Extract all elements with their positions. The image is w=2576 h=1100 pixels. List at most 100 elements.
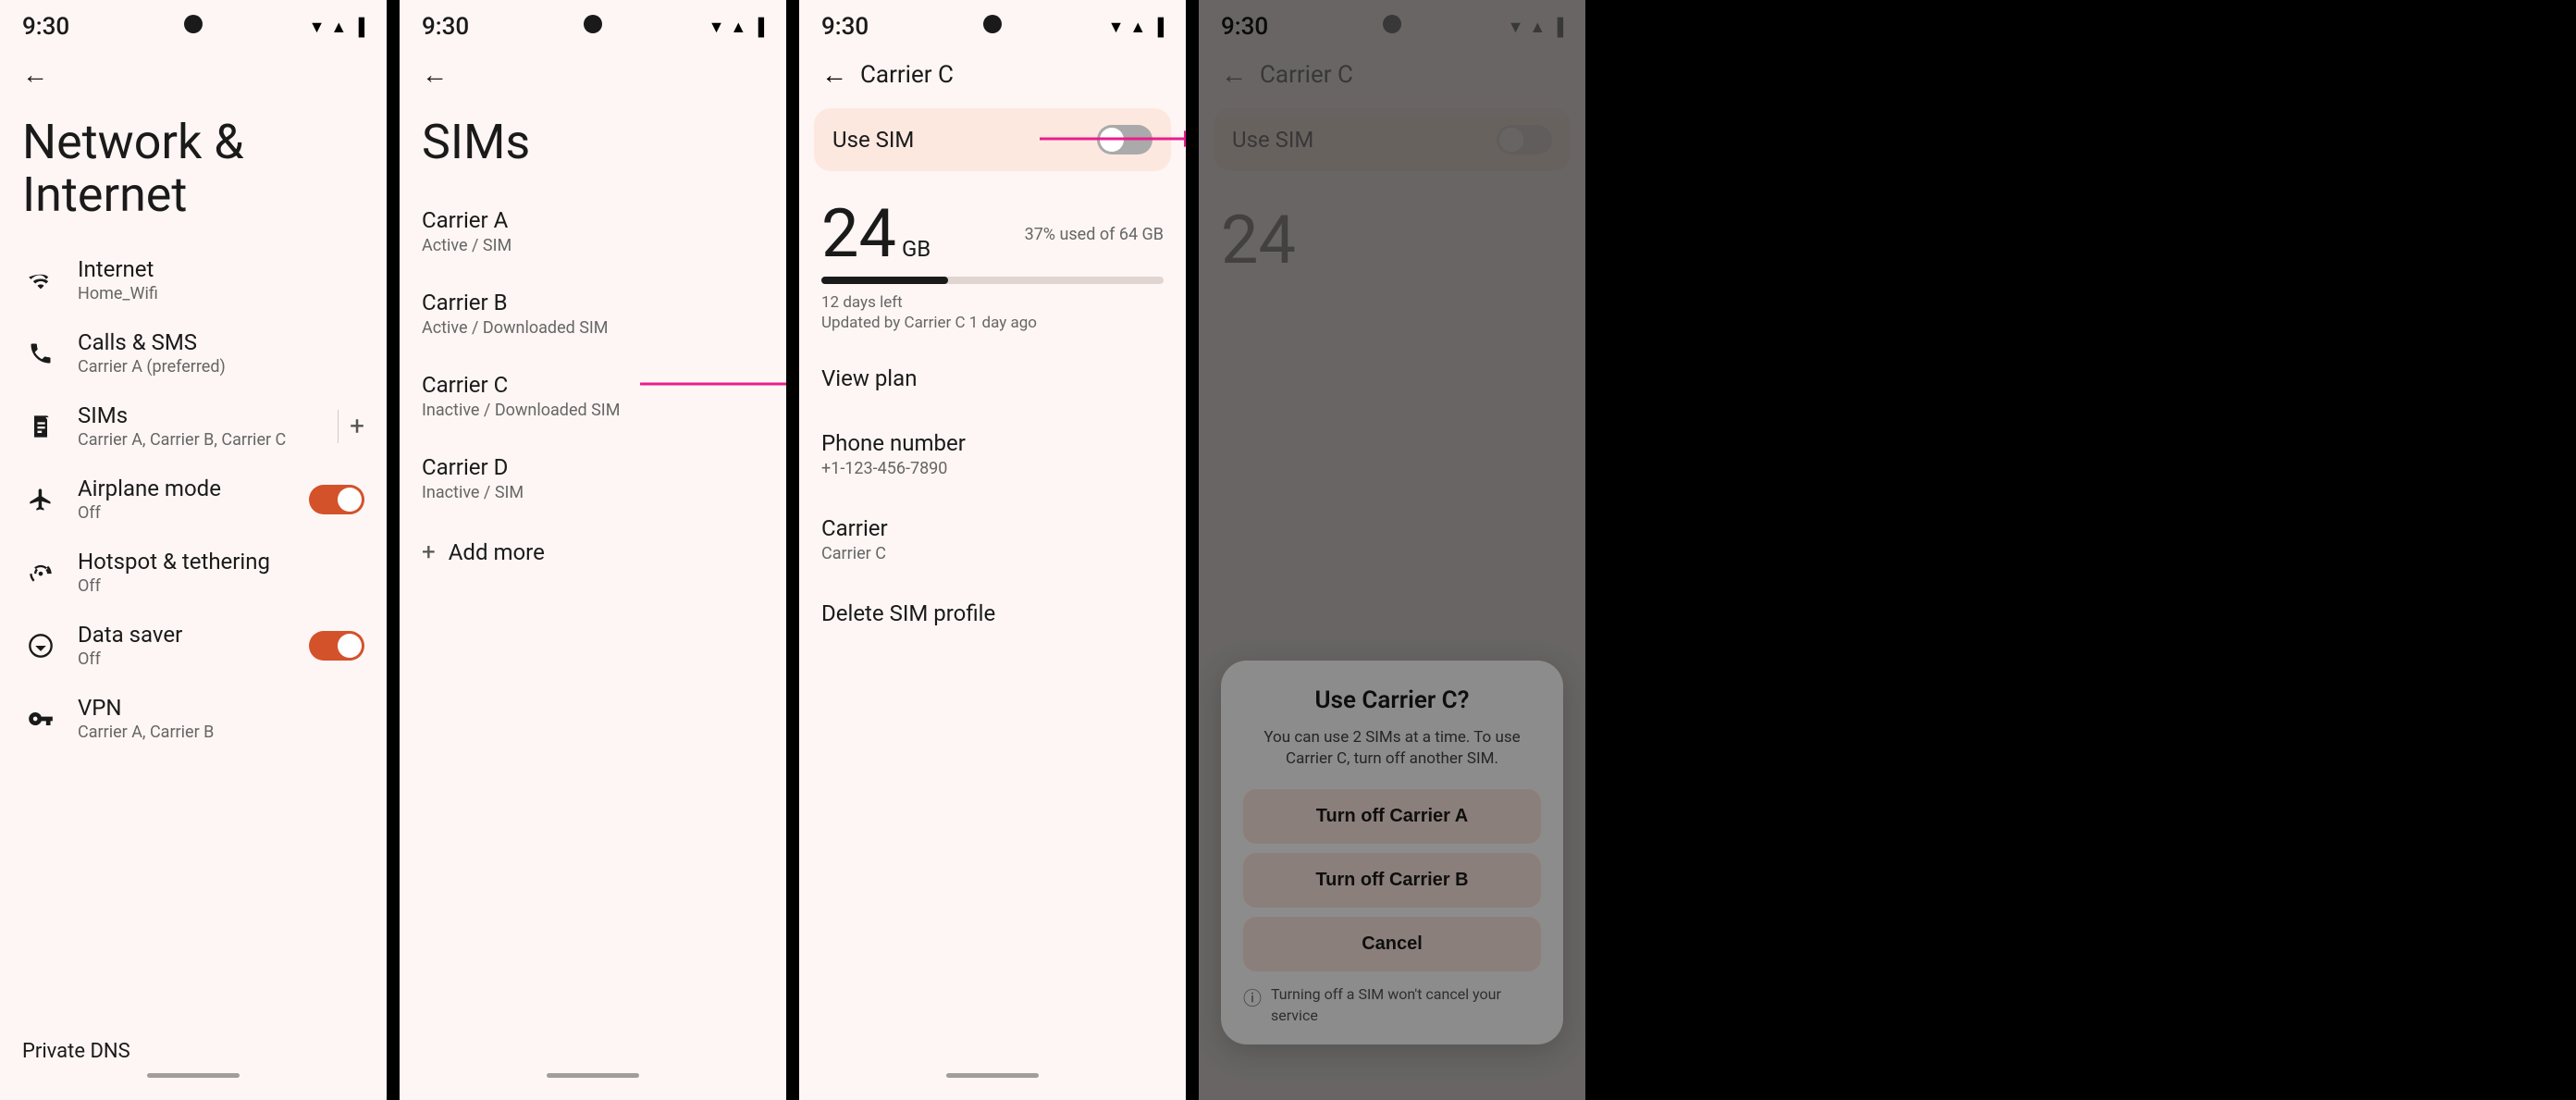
datasaver-toggle[interactable]: [309, 631, 364, 661]
menu-item-vpn[interactable]: VPN Carrier A, Carrier B: [0, 682, 387, 755]
panel-use-carrier-c-dialog: 9:30 ▼ ▲ ▐ ← Carrier C Use SIM 24 Use Ca…: [1199, 0, 1585, 1100]
sim-item-carrier-a[interactable]: Carrier A Active / SIM: [400, 191, 786, 273]
calls-sms-text: Calls & SMS Carrier A (preferred): [78, 329, 364, 377]
carrier-b-name: Carrier B: [422, 290, 764, 315]
carrier-c-status: Inactive / Downloaded SIM: [422, 401, 764, 420]
menu-item-datasaver[interactable]: Data saver Off: [0, 609, 387, 682]
data-days-left: 12 days left: [821, 293, 1164, 312]
dialog-body: You can use 2 SIMs at a time. To use Car…: [1243, 727, 1541, 772]
status-bar-1: 9:30 ▼ ▲ ▐: [0, 0, 387, 48]
home-bar-1: [147, 1073, 240, 1078]
detail-carrier[interactable]: Carrier Carrier C: [799, 497, 1186, 582]
sim-item-carrier-c[interactable]: Carrier C Inactive / Downloaded SIM: [400, 355, 786, 438]
status-icons-2: ▼ ▲ ▐: [709, 18, 764, 37]
detail-phone-number[interactable]: Phone number +1-123-456-7890: [799, 412, 1186, 497]
back-button-3[interactable]: ←: [821, 59, 847, 90]
carrier-d-status: Inactive / SIM: [422, 483, 764, 502]
use-carrier-dialog: Use Carrier C? You can use 2 SIMs at a t…: [1221, 661, 1563, 1044]
internet-label: Internet: [78, 256, 364, 282]
data-amount: 24 GB: [821, 201, 931, 267]
sims-right: +: [338, 410, 364, 443]
cell-signal-icon-2: ▲: [730, 18, 746, 37]
data-number: 24: [821, 201, 896, 267]
sim-item-carrier-d[interactable]: Carrier D Inactive / SIM: [400, 438, 786, 520]
sim-icon: [22, 408, 59, 445]
internet-sublabel: Home_Wifi: [78, 284, 364, 303]
view-plan-label: View plan: [821, 365, 1164, 391]
hotspot-label: Hotspot & tethering: [78, 549, 364, 575]
vpn-icon: [22, 700, 59, 737]
phone-icon: [22, 335, 59, 372]
back-button-1[interactable]: ←: [0, 48, 55, 101]
vpn-label: VPN: [78, 695, 364, 721]
phone-number-label: Phone number: [821, 430, 1164, 456]
airplane-label: Airplane mode: [78, 476, 309, 501]
data-progress-fill: [821, 277, 948, 284]
status-icons-3: ▼ ▲ ▐: [1108, 18, 1164, 37]
panel-sims: 9:30 ▼ ▲ ▐ ← SIMs Carrier A Active / SIM…: [400, 0, 786, 1100]
back-button-2[interactable]: ←: [400, 48, 455, 101]
battery-icon-3: ▐: [1152, 18, 1164, 37]
home-bar-3: [946, 1073, 1039, 1078]
airplane-icon: [22, 481, 59, 518]
sims-divider: [338, 410, 339, 443]
status-time-1: 9:30: [22, 13, 69, 41]
datasaver-label: Data saver: [78, 622, 309, 648]
airplane-text: Airplane mode Off: [78, 476, 309, 523]
carrier-b-status: Active / Downloaded SIM: [422, 318, 764, 338]
home-bar-2: [547, 1073, 639, 1078]
wifi-signal-icon-2: ▼: [709, 18, 725, 37]
wifi-signal-icon-3: ▼: [1108, 18, 1125, 37]
hotspot-text: Hotspot & tethering Off: [78, 549, 364, 596]
status-time-2: 9:30: [422, 13, 469, 41]
page-title-2: SIMs: [400, 101, 786, 191]
datasaver-icon: [22, 627, 59, 664]
menu-item-hotspot[interactable]: Hotspot & tethering Off: [0, 536, 387, 609]
detail-delete-sim[interactable]: Delete SIM profile: [799, 582, 1186, 647]
separator-2: [786, 0, 799, 1100]
carrier-value: Carrier C: [821, 544, 1164, 563]
internet-text: Internet Home_Wifi: [78, 256, 364, 303]
add-more-button[interactable]: + Add more: [400, 520, 786, 585]
add-more-label: Add more: [449, 539, 545, 565]
status-bar-3: 9:30 ▼ ▲ ▐: [799, 0, 1186, 48]
add-more-icon: +: [422, 538, 436, 566]
wifi-icon: [22, 262, 59, 299]
menu-item-calls-sms[interactable]: Calls & SMS Carrier A (preferred): [0, 316, 387, 389]
calls-sms-sublabel: Carrier A (preferred): [78, 357, 364, 377]
hotspot-icon: [22, 554, 59, 591]
carrier-a-name: Carrier A: [422, 207, 764, 233]
use-sim-toggle[interactable]: [1097, 125, 1152, 154]
dialog-backdrop: Use Carrier C? You can use 2 SIMs at a t…: [1199, 0, 1585, 1100]
private-dns-label[interactable]: Private DNS: [22, 1040, 130, 1063]
status-time-3: 9:30: [821, 13, 869, 41]
turn-off-carrier-b-button[interactable]: Turn off Carrier B: [1243, 853, 1541, 908]
panel-network-internet: 9:30 ▼ ▲ ▐ ← Network & Internet Internet…: [0, 0, 387, 1100]
carrier-c-name: Carrier C: [422, 372, 764, 398]
detail-view-plan[interactable]: View plan: [799, 347, 1186, 412]
carrier-a-status: Active / SIM: [422, 236, 764, 255]
separator-1: [387, 0, 400, 1100]
dialog-notice-text: Turning off a SIM won't cancel your serv…: [1271, 984, 1541, 1026]
separator-3: [1186, 0, 1199, 1100]
dialog-title: Use Carrier C?: [1243, 686, 1541, 714]
calls-sms-label: Calls & SMS: [78, 329, 364, 355]
use-sim-card: Use SIM: [814, 108, 1171, 171]
delete-sim-label: Delete SIM profile: [821, 600, 1164, 626]
sims-add-button[interactable]: +: [350, 411, 364, 441]
turn-off-carrier-a-button[interactable]: Turn off Carrier A: [1243, 789, 1541, 844]
airplane-toggle[interactable]: [309, 485, 364, 514]
cancel-button[interactable]: Cancel: [1243, 917, 1541, 971]
airplane-sublabel: Off: [78, 503, 309, 523]
carrier-c-title: Carrier C: [860, 61, 954, 89]
data-used: 37% used of 64 GB: [1025, 225, 1164, 244]
menu-item-sims[interactable]: SIMs Carrier A, Carrier B, Carrier C +: [0, 389, 387, 463]
wifi-signal-icon: ▼: [309, 18, 326, 37]
sim-item-carrier-b[interactable]: Carrier B Active / Downloaded SIM: [400, 273, 786, 355]
info-icon: ⓘ: [1243, 985, 1262, 1011]
page-title-1: Network & Internet: [0, 101, 387, 243]
menu-item-airplane[interactable]: Airplane mode Off: [0, 463, 387, 536]
camera-dot-1: [184, 15, 203, 33]
menu-item-internet[interactable]: Internet Home_Wifi: [0, 243, 387, 316]
cell-signal-icon: ▲: [330, 18, 347, 37]
